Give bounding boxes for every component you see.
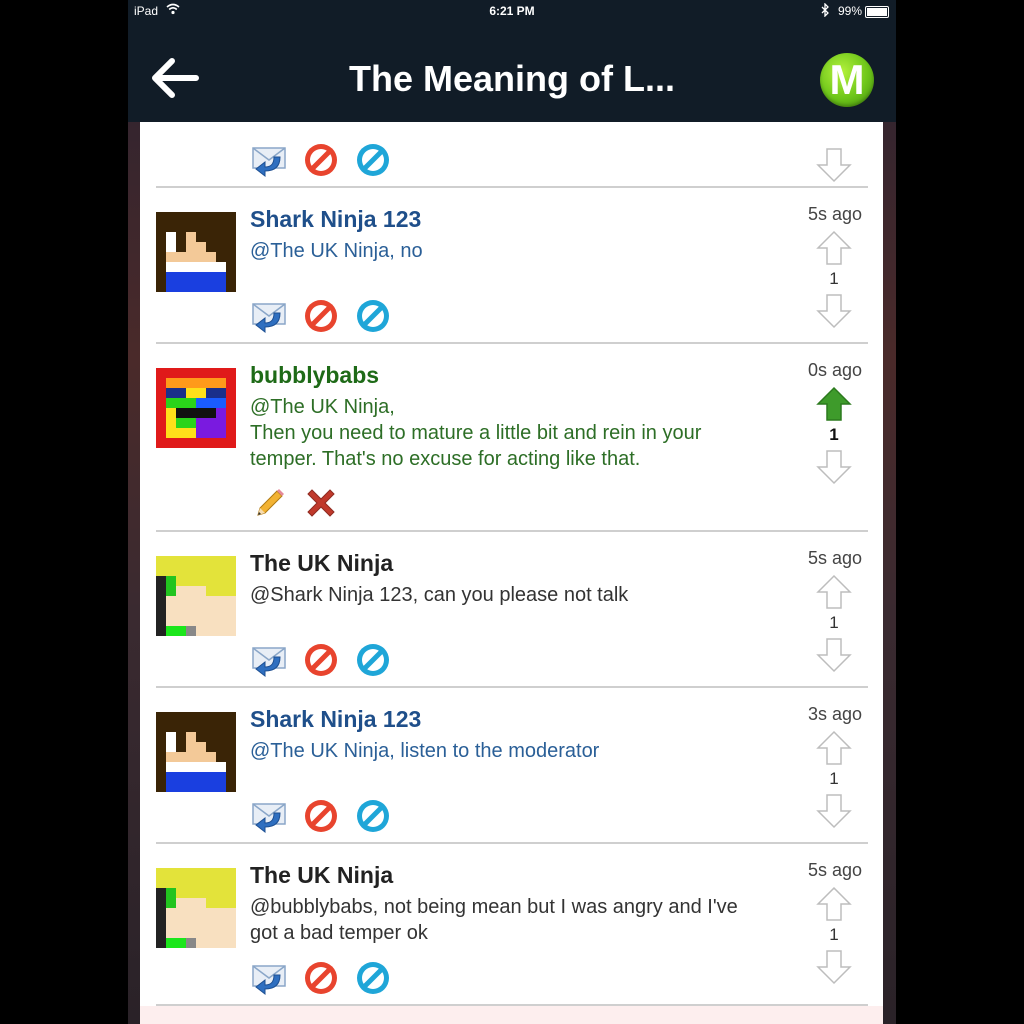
comment-timestamp: 3s ago: [807, 704, 862, 724]
comment-text-line: @The UK Ninja,: [250, 396, 395, 418]
comment-username[interactable]: Shark Ninja 123: [250, 206, 421, 233]
avatar[interactable]: [156, 212, 236, 292]
comment-timestamp: 5s ago: [807, 204, 862, 224]
block-icon[interactable]: [302, 297, 340, 335]
app-screen: iPad 6:21 PM 99% The Meaning of L... M S…: [128, 0, 896, 1024]
upvote-arrow-icon[interactable]: [816, 230, 852, 266]
comment-text: @bubblybabs, not being mean but I was an…: [250, 896, 738, 944]
comment-item: [140, 122, 883, 188]
vote-score: 1: [829, 769, 839, 788]
downvote-arrow-icon[interactable]: [816, 793, 852, 829]
comment-timestamp: 5s ago: [807, 860, 862, 880]
reply-icon[interactable]: [250, 641, 288, 679]
block-icon[interactable]: [302, 141, 340, 179]
ignore-icon[interactable]: [354, 641, 392, 679]
ignore-icon[interactable]: [354, 797, 392, 835]
delete-icon[interactable]: [302, 485, 340, 523]
vote-control: 1: [814, 386, 854, 486]
comment-text: @The UK Ninja, listen to the moderator: [250, 740, 600, 762]
comment-item: bubblybabs @The UK Ninja, Then you need …: [140, 344, 883, 532]
vote-score: 1: [829, 925, 839, 944]
vote-score: 1: [829, 425, 839, 444]
avatar[interactable]: [156, 712, 236, 792]
ignore-icon[interactable]: [354, 959, 392, 997]
comment-text: @The UK Ninja, no: [250, 240, 423, 262]
comment-username[interactable]: bubblybabs: [250, 362, 379, 389]
comment-text: Then you need to mature a little bit and…: [250, 422, 702, 470]
battery-percent: 99%: [837, 4, 862, 18]
clock: 6:21 PM: [489, 4, 535, 18]
block-icon[interactable]: [302, 641, 340, 679]
comment-item: The UK Ninja @bubblybabs, not being mean…: [140, 844, 883, 1006]
reply-icon[interactable]: [250, 141, 288, 179]
ignore-icon[interactable]: [354, 141, 392, 179]
next-comment-peek: [140, 1006, 883, 1024]
downvote-arrow-icon[interactable]: [816, 637, 852, 673]
reply-icon[interactable]: [250, 297, 288, 335]
comment-item: Shark Ninja 123 @The UK Ninja, no 5s ago…: [140, 188, 883, 344]
downvote-arrow-icon[interactable]: [816, 949, 852, 985]
vote-control: 1: [814, 886, 854, 986]
downvote-arrow-icon[interactable]: [816, 147, 852, 183]
bluetooth-icon: [821, 3, 829, 17]
block-icon[interactable]: [302, 797, 340, 835]
page-title: The Meaning of L...: [349, 58, 675, 99]
vote-control: 1: [814, 574, 854, 674]
status-bar: iPad 6:21 PM 99%: [128, 0, 896, 22]
upvote-arrow-icon[interactable]: [816, 730, 852, 766]
block-icon[interactable]: [302, 959, 340, 997]
comment-username[interactable]: The UK Ninja: [250, 550, 393, 577]
reply-icon[interactable]: [250, 959, 288, 997]
vote-score: 1: [829, 269, 839, 288]
comment-text: @Shark Ninja 123, can you please not tal…: [250, 584, 629, 606]
comment-feed[interactable]: Shark Ninja 123 @The UK Ninja, no 5s ago…: [140, 122, 883, 1024]
vote-control: 1: [814, 730, 854, 830]
comment-username[interactable]: Shark Ninja 123: [250, 706, 421, 733]
comment-timestamp: 0s ago: [807, 360, 862, 380]
avatar[interactable]: [156, 868, 236, 948]
upvote-arrow-active-icon[interactable]: [816, 386, 852, 422]
upvote-arrow-icon[interactable]: [816, 574, 852, 610]
edit-icon[interactable]: [250, 485, 288, 523]
comment-item: Shark Ninja 123 @The UK Ninja, listen to…: [140, 688, 883, 844]
comment-username[interactable]: The UK Ninja: [250, 862, 393, 889]
vote-control: [814, 137, 854, 187]
app-logo-button[interactable]: M: [820, 53, 874, 107]
avatar[interactable]: [156, 368, 236, 448]
avatar[interactable]: [156, 556, 236, 636]
vote-control: 1: [814, 230, 854, 330]
nav-bar: The Meaning of L... M: [128, 22, 896, 122]
back-arrow-icon[interactable]: [150, 56, 200, 100]
reply-icon[interactable]: [250, 797, 288, 835]
comment-item: The UK Ninja @Shark Ninja 123, can you p…: [140, 532, 883, 688]
comment-timestamp: 5s ago: [807, 548, 862, 568]
vote-score: 1: [829, 613, 839, 632]
downvote-arrow-icon[interactable]: [816, 449, 852, 485]
downvote-arrow-icon[interactable]: [816, 293, 852, 329]
ignore-icon[interactable]: [354, 297, 392, 335]
battery-icon: [865, 6, 889, 18]
upvote-arrow-icon[interactable]: [816, 886, 852, 922]
